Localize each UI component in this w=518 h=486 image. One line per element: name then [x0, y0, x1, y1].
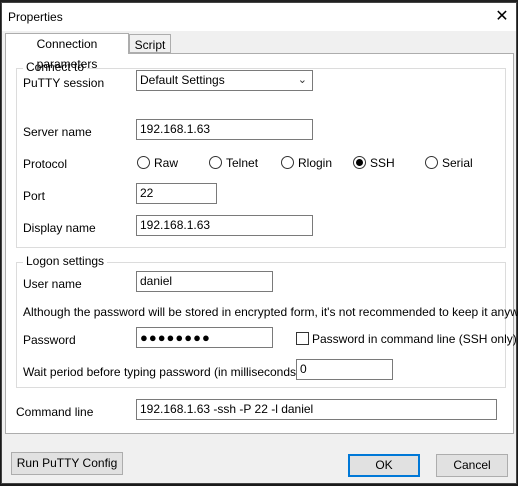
- server-name-field[interactable]: 192.168.1.63: [136, 119, 313, 140]
- radio-circle: [425, 156, 438, 169]
- radio-label: Telnet: [226, 156, 259, 170]
- chevron-down-icon: ⌄: [297, 74, 307, 86]
- user-name-value: daniel: [140, 274, 173, 288]
- putty-session-select[interactable]: Default Settings ⌄: [136, 70, 313, 91]
- radio-label: Rlogin: [298, 156, 333, 170]
- putty-session-label: PuTTY session: [23, 76, 105, 90]
- command-line-value: 192.168.1.63 -ssh -P 22 -l daniel: [140, 402, 314, 416]
- radio-label: Raw: [154, 156, 179, 170]
- logon-settings-legend: Logon settings: [23, 254, 108, 268]
- button-label: Run PuTTY Config: [16, 456, 118, 470]
- port-label: Port: [23, 189, 46, 203]
- radio-circle: [137, 156, 150, 169]
- command-line-field[interactable]: 192.168.1.63 -ssh -P 22 -l daniel: [136, 399, 497, 420]
- password-label: Password: [23, 333, 76, 347]
- tab-panel: Connect to PuTTY session Default Setting…: [5, 53, 518, 434]
- port-field[interactable]: 22: [136, 183, 217, 204]
- display-name-field[interactable]: 192.168.1.63: [136, 215, 313, 236]
- ok-button[interactable]: OK: [348, 454, 420, 477]
- protocol-label: Protocol: [23, 157, 68, 171]
- display-name-label: Display name: [23, 221, 96, 235]
- radio-selected-dot: [356, 159, 363, 166]
- command-line-label: Command line: [16, 405, 94, 419]
- tab-connection-parameters[interactable]: Connection parameters: [5, 33, 129, 71]
- password-warning-text: Although the password will be stored in …: [23, 305, 518, 319]
- cancel-button[interactable]: Cancel: [436, 454, 508, 477]
- tab-label: Connection parameters: [36, 37, 98, 71]
- radio-circle: [209, 156, 222, 169]
- radio-circle: [281, 156, 294, 169]
- port-value: 22: [140, 186, 154, 200]
- server-name-value: 192.168.1.63: [140, 122, 211, 136]
- user-name-field[interactable]: daniel: [136, 271, 273, 292]
- button-label: OK: [375, 458, 393, 472]
- button-label: Cancel: [453, 458, 491, 472]
- password-mask: ●●●●●●●●: [140, 330, 211, 345]
- wait-period-field[interactable]: 0: [296, 359, 393, 380]
- radio-circle: [353, 156, 366, 169]
- checkbox-label: Password in command line (SSH only): [312, 332, 517, 346]
- title-bar: Properties ✕: [2, 3, 516, 31]
- server-name-label: Server name: [23, 125, 92, 139]
- user-name-label: User name: [23, 277, 82, 291]
- password-field[interactable]: ●●●●●●●●: [136, 327, 273, 348]
- radio-label: Serial: [442, 156, 473, 170]
- checkbox-box: [296, 332, 309, 345]
- radio-label: SSH: [370, 156, 395, 170]
- run-putty-config-button[interactable]: Run PuTTY Config: [11, 452, 123, 475]
- wait-period-label: Wait period before typing password (in m…: [23, 365, 301, 379]
- properties-dialog: Properties ✕ Connection parameters Scrip…: [1, 2, 518, 484]
- putty-session-value: Default Settings: [140, 73, 225, 87]
- tab-label: Script: [134, 38, 166, 52]
- wait-period-value: 0: [300, 362, 307, 376]
- close-icon[interactable]: ✕: [492, 7, 512, 27]
- window-title: Properties: [8, 10, 63, 24]
- tab-script[interactable]: Script: [129, 34, 171, 53]
- display-name-value: 192.168.1.63: [140, 218, 211, 232]
